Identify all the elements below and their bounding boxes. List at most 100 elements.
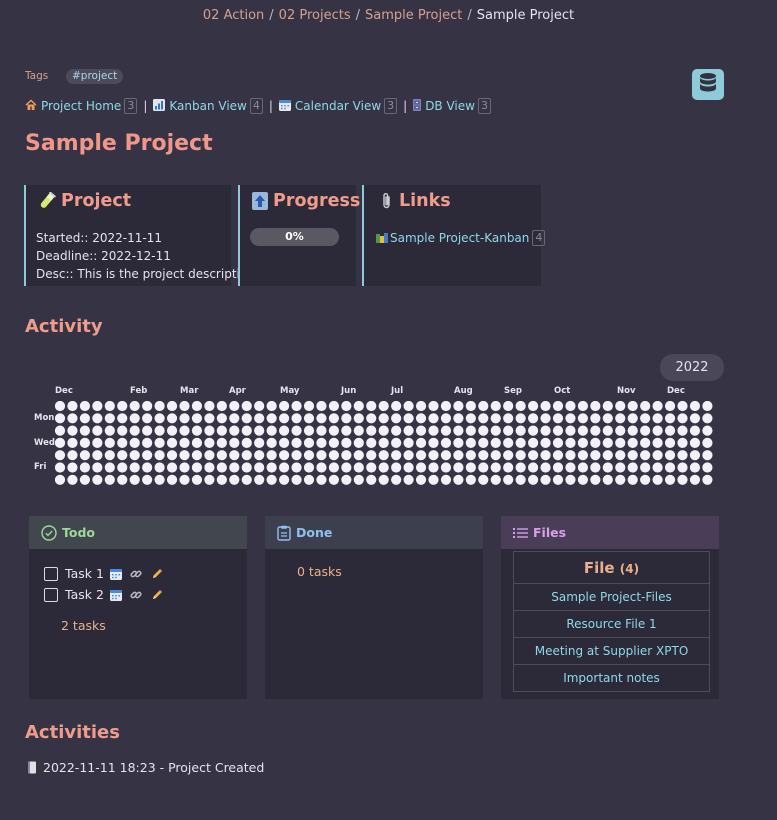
heatmap-cell [528, 474, 539, 485]
book-icon [27, 761, 37, 774]
breadcrumb-item-sample-project[interactable]: Sample Project [365, 8, 462, 23]
link-label[interactable]: Sample Project-Kanban [390, 231, 529, 245]
progress-heading-text: Progress [273, 191, 361, 211]
heatmap-cell [615, 425, 626, 436]
heatmap-cell [565, 474, 576, 485]
heatmap-cell [191, 437, 203, 448]
heatmap-cell [552, 437, 564, 448]
view-link-project-home[interactable]: Project Home [41, 99, 121, 113]
heatmap-cell [490, 450, 501, 461]
task-checkbox[interactable] [44, 566, 58, 581]
pencil-icon[interactable] [151, 589, 163, 601]
heatmap-cell [328, 437, 339, 448]
heatmap-cell [179, 413, 190, 424]
page-title: Sample Project [25, 131, 213, 156]
task-label[interactable]: Task 2 [65, 587, 104, 602]
calendar-icon[interactable] [109, 589, 122, 601]
heatmap-cell [640, 425, 651, 436]
files-table-header[interactable]: File (4) [513, 551, 710, 584]
heatmap-cell [204, 437, 215, 448]
heatmap-cell [179, 425, 190, 436]
heatmap-cell [391, 437, 402, 448]
heatmap-cell [353, 401, 364, 412]
heatmap-cell [478, 474, 489, 485]
heatmap-cell [104, 401, 115, 412]
heatmap-cell [154, 474, 165, 485]
heatmap-cell [179, 474, 190, 485]
month-label: Nov [617, 386, 636, 396]
heatmap-cell [92, 462, 103, 473]
heatmap-cell [453, 450, 464, 461]
breadcrumb-item-projects[interactable]: 02 Projects [279, 8, 351, 23]
heatmap-cell [179, 462, 190, 473]
heatmap-cell [540, 450, 551, 461]
heatmap-cell [341, 401, 352, 412]
heatmap-cell [316, 401, 327, 412]
heatmap-cell [204, 425, 215, 436]
heatmap-cell [229, 401, 240, 412]
heatmap-cell [291, 401, 302, 412]
view-count: 3 [124, 98, 138, 114]
link-item[interactable]: Sample Project-Kanban 4 [376, 230, 546, 246]
heatmap-cell [689, 413, 701, 424]
heatmap-cell [602, 401, 613, 412]
heatmap-cell [129, 413, 140, 424]
heatmap-cell [615, 474, 626, 485]
heatmap-cell [577, 413, 589, 424]
heatmap-cell [316, 450, 327, 461]
paperclip-icon [380, 192, 394, 210]
breadcrumb-item-action[interactable]: 02 Action [203, 8, 264, 23]
tag-project[interactable]: #project [66, 69, 124, 84]
project-heading-text: Project [61, 191, 132, 211]
activity-entry-text: 2022-11-11 18:23 - Project Created [43, 760, 265, 775]
heatmap-cell [154, 462, 165, 473]
file-link[interactable]: Important notes [513, 664, 710, 692]
file-link[interactable]: Resource File 1 [513, 610, 710, 638]
heatmap-cell [229, 450, 240, 461]
heatmap-cell [79, 401, 90, 412]
heatmap-cell [465, 401, 476, 412]
month-label: Jun [341, 386, 357, 396]
heatmap-cell [328, 425, 339, 436]
heatmap-cell [378, 462, 389, 473]
view-link-kanban[interactable]: Kanban View [169, 99, 246, 113]
view-link-calendar[interactable]: Calendar View [295, 99, 381, 113]
heatmap-cell [391, 474, 402, 485]
view-link-db[interactable]: DB View [425, 99, 475, 113]
link-icon[interactable] [130, 568, 142, 580]
heatmap-cell [428, 474, 439, 485]
heatmap-cell [191, 401, 203, 412]
month-label: Jul [391, 386, 404, 396]
heatmap-cell [67, 401, 78, 412]
task-checkbox[interactable] [44, 587, 58, 602]
heatmap-cell [55, 450, 66, 461]
task-label[interactable]: Task 1 [65, 566, 104, 581]
calendar-icon[interactable] [109, 568, 122, 580]
heatmap-cell [540, 413, 551, 424]
files-panel: Files File (4) Sample Project-Files Reso… [501, 516, 719, 699]
heatmap-cell [67, 462, 78, 473]
heatmap-cell [391, 450, 402, 461]
year-selector[interactable]: 2022 [660, 354, 724, 381]
link-icon[interactable] [130, 589, 142, 601]
heatmap-cell [279, 425, 290, 436]
pencil-icon[interactable] [151, 568, 163, 580]
project-card: Project Started:: 2022-11-11 Deadline:: … [24, 185, 255, 286]
database-button[interactable] [692, 69, 724, 100]
heatmap-cell [415, 474, 427, 485]
day-label: Mon [34, 413, 55, 423]
heatmap-cell [627, 413, 638, 424]
heatmap-cell [664, 474, 676, 485]
file-link[interactable]: Sample Project-Files [513, 583, 710, 611]
view-count: 3 [477, 98, 491, 114]
heatmap-cell [702, 450, 713, 461]
file-link[interactable]: Meeting at Supplier XPTO [513, 637, 710, 665]
heatmap-cell [478, 413, 489, 424]
heatmap-cell [428, 437, 439, 448]
heatmap-cell [528, 413, 539, 424]
heatmap-cell [353, 437, 364, 448]
heatmap-cell [179, 401, 190, 412]
links-heading-text: Links [399, 191, 451, 211]
todo-panel: Todo Task 1 Task 2 2 tasks [29, 516, 247, 699]
heatmap-cell [366, 450, 377, 461]
